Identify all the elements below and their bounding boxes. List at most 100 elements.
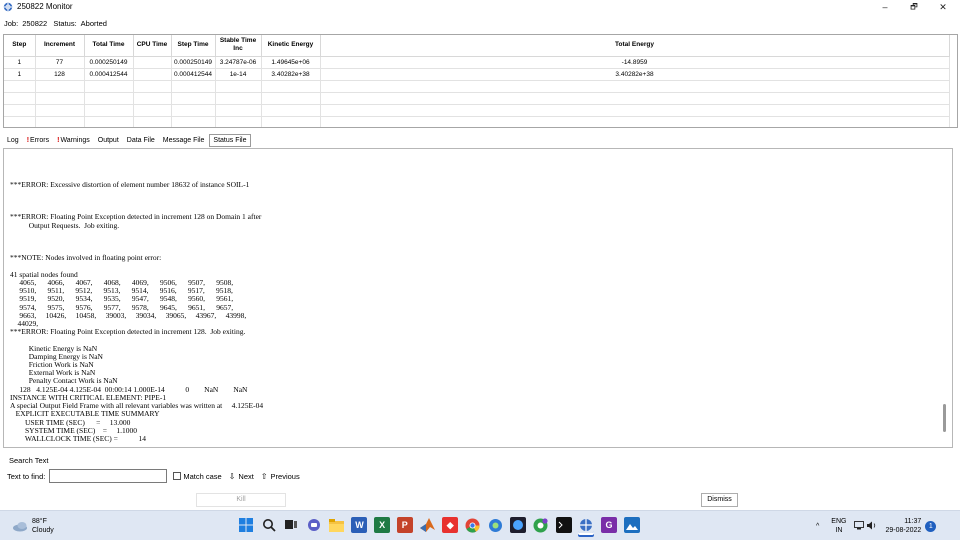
table-row: 1 128 0.000412544 0.000412544 1e-14 3.40282e+…	[4, 68, 950, 81]
language-indicator[interactable]: ENG IN	[831, 517, 846, 535]
column-header[interactable]: Total Energy	[320, 35, 950, 57]
find-label: Text to find:	[7, 471, 46, 481]
table-cell: 0.000250149	[171, 56, 216, 69]
tab-label: Data File	[126, 136, 155, 144]
tab-label: Warnings	[60, 136, 90, 144]
weather-description: Cloudy	[32, 527, 54, 534]
table-cell	[35, 116, 85, 127]
table-cell	[133, 80, 172, 93]
previous-button[interactable]: ⇧ Previous	[261, 472, 300, 481]
table-row	[4, 80, 950, 93]
tab-errors[interactable]: ! Errors	[24, 135, 52, 146]
table-cell: -14.8959	[320, 56, 950, 69]
table-cell	[4, 104, 36, 117]
clock-time: 11:37	[904, 518, 922, 525]
chrome-profile-icon[interactable]	[533, 517, 549, 533]
clock[interactable]: 11:37 29-08-2022	[885, 517, 921, 535]
app-icon[interactable]	[488, 517, 504, 533]
file-explorer-icon[interactable]	[329, 517, 345, 533]
network-icon[interactable]	[854, 520, 865, 532]
job-status-line: Job: 250822 Status: Aborted	[4, 19, 111, 29]
table-cell: 0.000412544	[171, 68, 216, 81]
find-input[interactable]	[49, 469, 168, 483]
restore-button[interactable]: 🗗	[900, 0, 928, 14]
table-cell	[215, 92, 262, 105]
onenote-icon[interactable]: G	[601, 517, 617, 533]
chevron-up-icon[interactable]: ^	[816, 523, 819, 530]
job-label: Job:	[4, 19, 19, 28]
tab-label: Errors	[30, 136, 50, 144]
vertical-scrollbar[interactable]	[938, 149, 952, 447]
tab-warnings[interactable]: ! Warnings	[54, 135, 93, 146]
photos-icon[interactable]	[623, 517, 640, 533]
chat-icon[interactable]	[306, 517, 322, 533]
column-header[interactable]: Kinetic Energy	[261, 35, 321, 57]
table-cell	[133, 56, 172, 69]
column-header[interactable]: Step Time	[171, 35, 216, 57]
table-cell: 77	[35, 56, 85, 69]
excel-icon[interactable]: X	[374, 517, 391, 533]
tab-message-file[interactable]: Message File	[160, 135, 208, 146]
region-code: IN	[835, 527, 843, 534]
kill-button[interactable]: Kill	[196, 493, 286, 507]
table-cell: 1	[4, 68, 36, 81]
previous-label: Previous	[270, 471, 300, 481]
task-view-icon[interactable]	[283, 517, 299, 533]
table-cell	[215, 104, 262, 117]
powerpoint-icon[interactable]: P	[396, 517, 413, 533]
table-cell	[320, 116, 950, 127]
status-file-panel: ***ERROR: Excessive distortion of elemen…	[3, 148, 953, 448]
minimize-button[interactable]: –	[871, 0, 899, 14]
start-icon[interactable]	[238, 517, 254, 533]
column-header[interactable]: Total Time	[84, 35, 134, 57]
abaqus-monitor-icon[interactable]	[578, 517, 594, 533]
column-header[interactable]: Stable Time Inc	[215, 35, 262, 57]
table-cell	[171, 104, 216, 117]
next-button[interactable]: ⇩ Next	[229, 472, 254, 481]
close-button[interactable]: ✕	[929, 0, 957, 14]
clock-date: 29-08-2022	[885, 527, 922, 534]
chrome-icon[interactable]	[465, 517, 481, 533]
teams-icon[interactable]	[510, 517, 527, 533]
arrow-down-icon: ⇩	[228, 471, 236, 481]
terminal-icon[interactable]	[555, 517, 572, 533]
matlab-icon[interactable]	[420, 517, 436, 533]
weather-temperature: 88°F	[32, 518, 47, 525]
tab-status-file[interactable]: Status File	[209, 133, 251, 147]
table-cell	[84, 104, 134, 117]
anydesk-icon[interactable]: ◆	[442, 517, 459, 533]
table-cell	[133, 68, 172, 81]
table-cell	[261, 80, 321, 93]
warning-icon: !	[57, 136, 60, 144]
match-case-checkbox[interactable]	[173, 472, 182, 480]
dismiss-button[interactable]: Dismiss	[701, 493, 738, 507]
volume-icon[interactable]	[867, 521, 877, 532]
column-header[interactable]: Step	[4, 35, 36, 57]
tab-log[interactable]: Log	[4, 135, 22, 146]
table-cell	[4, 116, 36, 127]
search-section-title: Search Text	[9, 456, 49, 465]
table-cell	[35, 92, 85, 105]
table-cell: 1	[4, 56, 36, 69]
table-row	[4, 116, 950, 127]
table-cell	[215, 80, 262, 93]
match-case-label: Match case	[183, 471, 222, 481]
word-icon[interactable]: W	[351, 517, 368, 533]
tab-data-file[interactable]: Data File	[124, 135, 158, 146]
column-header[interactable]: CPU Time	[133, 35, 172, 57]
scrollbar-thumb[interactable]	[943, 404, 946, 432]
column-header[interactable]: Increment	[35, 35, 85, 57]
tab-output[interactable]: Output	[95, 135, 122, 146]
table-cell: 0.000250149	[84, 56, 134, 69]
table-cell: 1e-14	[215, 68, 262, 81]
table-header-row: Step Increment Total Time CPU Time Step Time…	[4, 35, 950, 57]
warning-icon: !	[26, 136, 30, 144]
search-icon[interactable]	[261, 517, 277, 533]
table-cell	[215, 116, 262, 127]
title-bar: 250822 Monitor – 🗗 ✕	[0, 0, 960, 14]
notification-badge[interactable]: 1	[925, 520, 937, 532]
arrow-up-icon: ⇧	[260, 471, 268, 481]
weather-widget[interactable]: 88°F Cloudy	[12, 517, 54, 535]
table-cell: 1.49645e+06	[261, 56, 321, 69]
search-row: Text to find: Match case ⇩ Next ⇧ Previous	[7, 469, 300, 483]
